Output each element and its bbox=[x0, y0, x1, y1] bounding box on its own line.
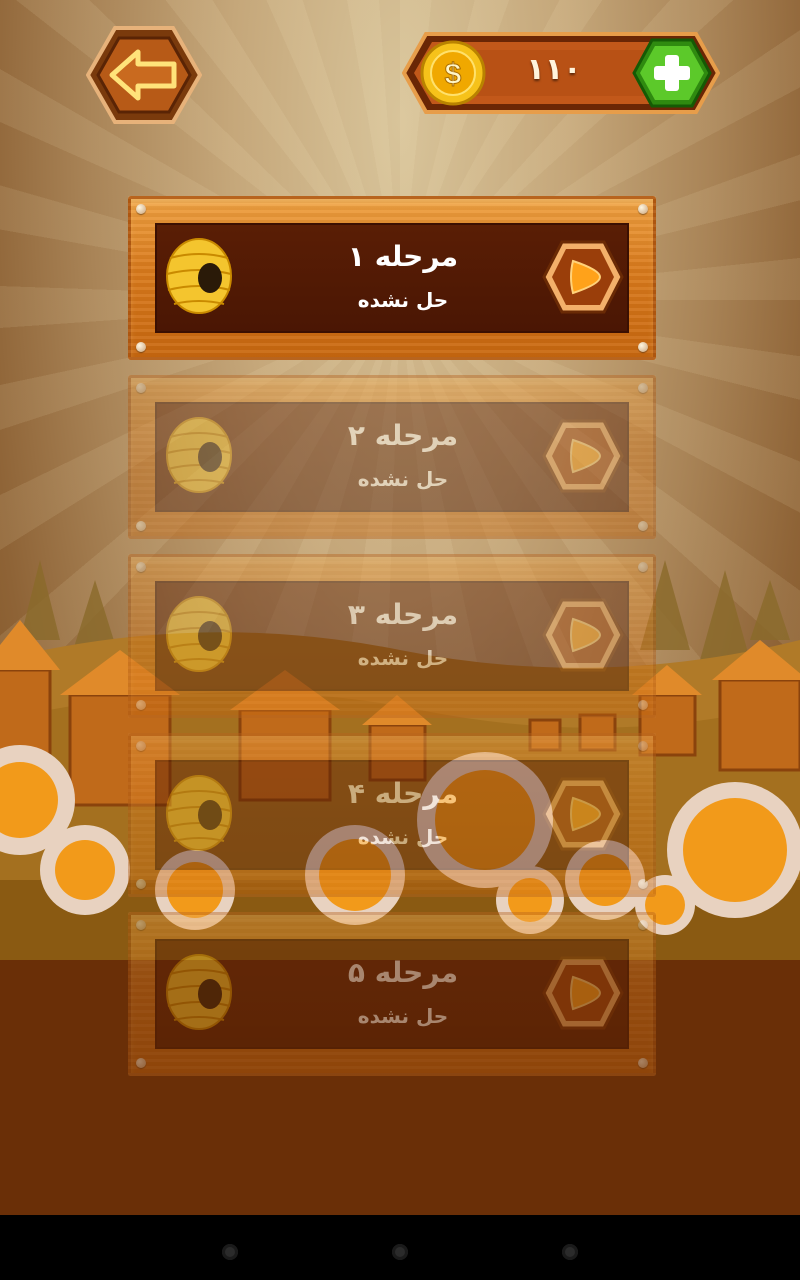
beehive-icon bbox=[166, 775, 232, 851]
level-status: حل نشده bbox=[357, 1004, 449, 1028]
back-arrow-icon bbox=[85, 26, 203, 124]
back-button[interactable] bbox=[85, 24, 203, 126]
level-card-3[interactable]: مرحله ۳ حل نشده bbox=[128, 554, 656, 718]
level-card-4[interactable]: مرحله ۴ حل نشده bbox=[128, 733, 656, 897]
back-nav-icon[interactable] bbox=[222, 1244, 238, 1260]
beehive-icon bbox=[166, 954, 232, 1030]
home-nav-icon[interactable] bbox=[392, 1244, 408, 1260]
level-title: مرحله ۳ bbox=[347, 598, 459, 631]
play-icon[interactable] bbox=[542, 598, 624, 672]
dollar-coin-icon: $ bbox=[420, 40, 486, 106]
level-status: حل نشده bbox=[357, 467, 449, 491]
beehive-icon bbox=[166, 596, 232, 672]
level-status: حل نشده bbox=[357, 825, 449, 849]
level-list: مرحله ۱ حل نشده مرحله ۲ حل نشده مرحله ۳ … bbox=[128, 196, 656, 1091]
plus-icon bbox=[632, 38, 712, 108]
level-title: مرحله ۱ bbox=[347, 240, 459, 273]
level-card-2[interactable]: مرحله ۲ حل نشده bbox=[128, 375, 656, 539]
level-status: حل نشده bbox=[357, 646, 449, 670]
level-card-1[interactable]: مرحله ۱ حل نشده bbox=[128, 196, 656, 360]
svg-text:$: $ bbox=[445, 58, 462, 91]
recents-nav-icon[interactable] bbox=[562, 1244, 578, 1260]
play-icon[interactable] bbox=[542, 419, 624, 493]
level-title: مرحله ۵ bbox=[347, 956, 459, 989]
beehive-icon bbox=[166, 238, 232, 314]
play-icon[interactable] bbox=[542, 777, 624, 851]
play-icon[interactable] bbox=[542, 956, 624, 1030]
coin-count: ۱۱۰ bbox=[526, 52, 582, 87]
level-status: حل نشده bbox=[357, 288, 449, 312]
beehive-icon bbox=[166, 417, 232, 493]
play-icon[interactable] bbox=[542, 240, 624, 314]
level-title: مرحله ۲ bbox=[347, 419, 459, 452]
level-card-5[interactable]: مرحله ۵ حل نشده bbox=[128, 912, 656, 1076]
level-title: مرحله ۴ bbox=[347, 777, 459, 810]
add-coins-button[interactable] bbox=[632, 38, 712, 108]
